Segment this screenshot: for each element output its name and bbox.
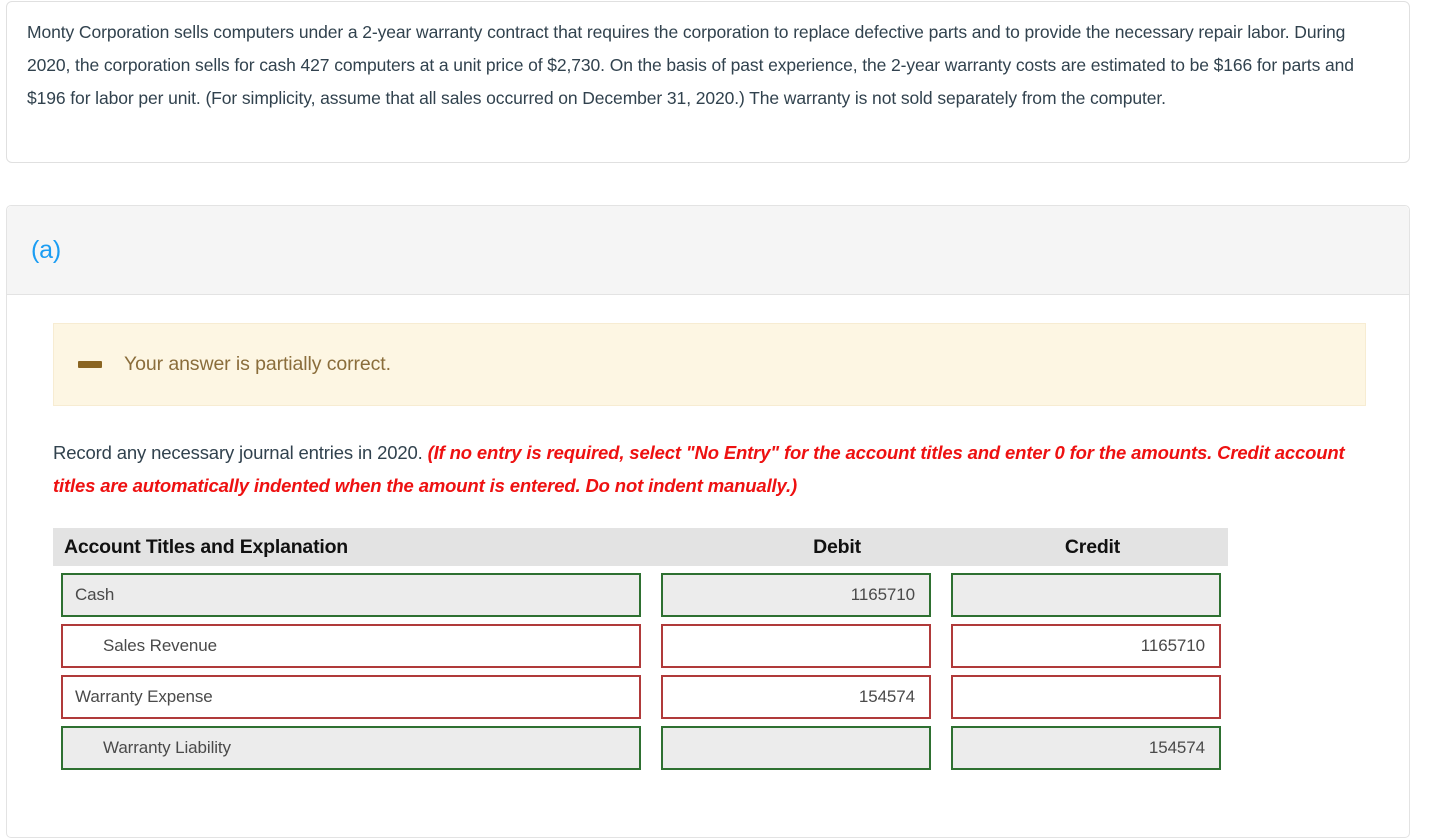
debit-amount-input[interactable]: [661, 624, 931, 668]
table-header-row: Account Titles and Explanation Debit Cre…: [53, 528, 1228, 566]
credit-amount-input[interactable]: 154574: [951, 726, 1221, 770]
instruction-lead: Record any necessary journal entries in …: [53, 442, 428, 463]
instruction-text: Record any necessary journal entries in …: [53, 436, 1353, 502]
credit-amount-input[interactable]: [951, 573, 1221, 617]
part-a-card: (a) Your answer is partially correct. Re…: [6, 205, 1410, 838]
part-a-header: (a): [7, 206, 1409, 295]
column-header-account: Account Titles and Explanation: [64, 535, 349, 558]
debit-amount-input[interactable]: 154574: [661, 675, 931, 719]
table-row: Sales Revenue 1165710: [53, 624, 1228, 668]
account-title-input[interactable]: Warranty Expense: [61, 675, 641, 719]
account-title-input[interactable]: Sales Revenue: [61, 624, 641, 668]
feedback-message: Your answer is partially correct.: [124, 353, 391, 375]
credit-amount-input[interactable]: 1165710: [951, 624, 1221, 668]
column-header-debit: Debit: [813, 535, 861, 558]
table-row: Cash 1165710: [53, 573, 1228, 617]
table-row: Warranty Liability 154574: [53, 726, 1228, 770]
account-title-input[interactable]: Cash: [61, 573, 641, 617]
column-header-credit: Credit: [1064, 535, 1121, 558]
problem-statement-text: Monty Corporation sells computers under …: [27, 22, 1354, 108]
account-title-input[interactable]: Warranty Liability: [61, 726, 641, 770]
debit-amount-input[interactable]: 1165710: [661, 573, 931, 617]
table-row: Warranty Expense 154574: [53, 675, 1228, 719]
part-a-body: Your answer is partially correct. Record…: [7, 295, 1409, 770]
journal-entry-table: Account Titles and Explanation Debit Cre…: [53, 528, 1228, 770]
problem-statement-card: Monty Corporation sells computers under …: [6, 1, 1410, 163]
feedback-banner: Your answer is partially correct.: [53, 323, 1366, 406]
part-a-label: (a): [31, 235, 61, 264]
minus-dash-icon: [78, 361, 102, 368]
debit-amount-input[interactable]: [661, 726, 931, 770]
credit-amount-input[interactable]: [951, 675, 1221, 719]
